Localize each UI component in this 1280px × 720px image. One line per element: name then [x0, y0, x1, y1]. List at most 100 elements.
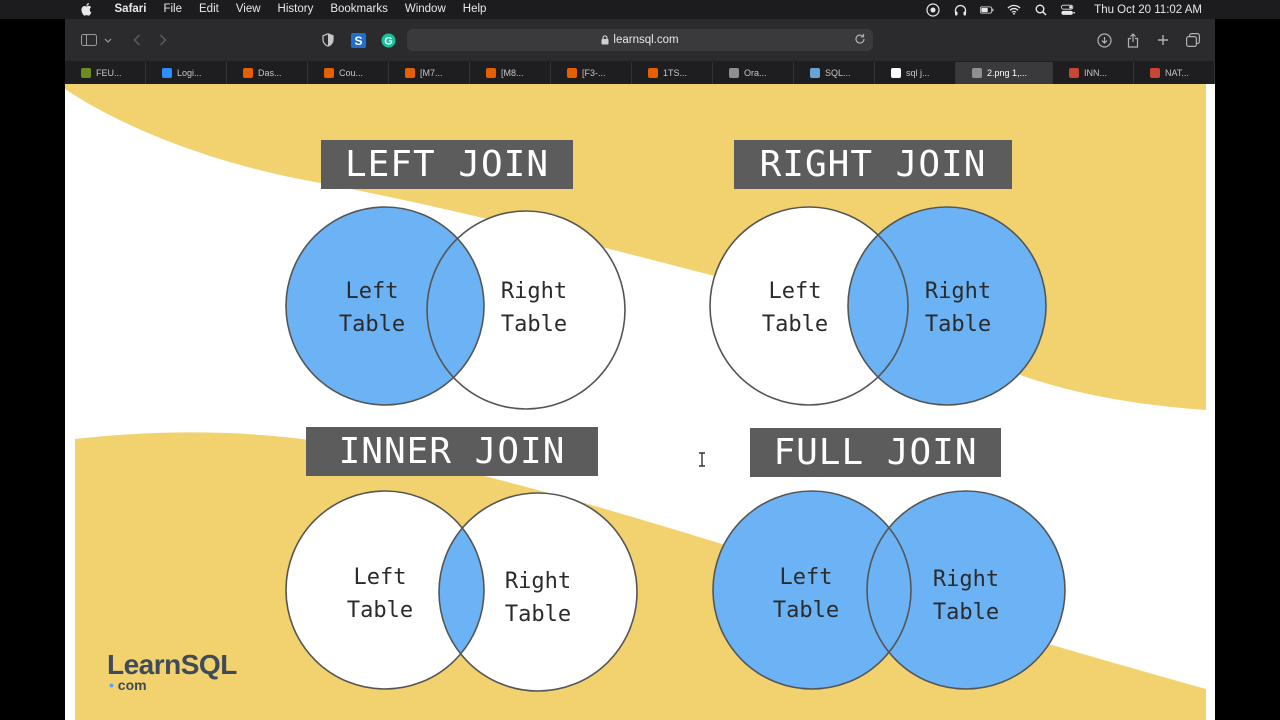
oracle-red-favicon: [1150, 68, 1160, 78]
tab-label: Cou...: [339, 68, 364, 78]
logo-sql: SQL: [180, 649, 238, 680]
left-label-line: Left: [354, 565, 407, 590]
page-content: Left Table Right Table Left Table Right Table Le…: [65, 84, 1206, 720]
background-wave-top: [65, 84, 1206, 410]
scrollbar[interactable]: [1206, 84, 1215, 720]
browser-tab[interactable]: NAT...: [1134, 62, 1215, 84]
venn-diagram: Left Table Right Table: [285, 206, 626, 410]
left-label-line: Left: [769, 279, 822, 304]
reload-icon[interactable]: [854, 33, 866, 45]
menu-help[interactable]: Help: [454, 0, 495, 19]
tab-label: Ora...: [744, 68, 767, 78]
menu-window[interactable]: Window: [396, 0, 454, 19]
tab-label: [M8...: [501, 68, 524, 78]
google-favicon: [891, 68, 901, 78]
menubar-clock[interactable]: Thu Oct 20 11:02 AM: [1094, 4, 1202, 16]
canvas-favicon: [567, 68, 577, 78]
browser-tab[interactable]: Cou...: [308, 62, 389, 84]
browser-tab[interactable]: [M7...: [389, 62, 470, 84]
wifi-icon[interactable]: [1007, 4, 1021, 16]
tab-overview-icon[interactable]: [1183, 30, 1203, 50]
lock-icon: [601, 35, 609, 45]
battery-icon[interactable]: [980, 4, 994, 16]
right-label-line: Right: [925, 279, 991, 304]
left-label-line: Table: [347, 598, 413, 623]
left-label-line: Table: [773, 598, 839, 623]
join-title: INNER JOIN: [306, 427, 598, 476]
left-label-line: Table: [339, 312, 405, 337]
tab-label: FEU...: [96, 68, 122, 78]
new-tab-button[interactable]: [1153, 30, 1173, 50]
oracle-red-favicon: [1069, 68, 1079, 78]
right-label-line: Table: [925, 312, 991, 337]
svg-text:S: S: [354, 34, 362, 48]
browser-window: S G learnsql.com FEU... Logi... Das... Cou.…: [65, 19, 1215, 720]
right-label-line: Right: [505, 569, 571, 594]
screen-record-icon[interactable]: [926, 2, 940, 17]
right-label-line: Table: [505, 602, 571, 627]
browser-tab[interactable]: INN...: [1053, 62, 1134, 84]
browser-toolbar: S G learnsql.com: [65, 19, 1215, 62]
forward-button[interactable]: [153, 30, 173, 50]
control-center-icon[interactable]: [1061, 4, 1076, 16]
browser-tab[interactable]: 2.png 1,...: [956, 62, 1053, 84]
canvas-favicon: [486, 68, 496, 78]
text-cursor-icon: [699, 452, 705, 467]
zoom-favicon: [162, 68, 172, 78]
right-label-line: Table: [501, 312, 567, 337]
tab-label: NAT...: [1165, 68, 1189, 78]
join-title: RIGHT JOIN: [734, 140, 1012, 189]
downloads-icon[interactable]: [1094, 30, 1114, 50]
tab-label: [F3-...: [582, 68, 606, 78]
grammarly-icon[interactable]: G: [380, 30, 397, 50]
search-icon[interactable]: [1034, 4, 1048, 16]
tab-label: [M7...: [420, 68, 443, 78]
oracle-favicon: [729, 68, 739, 78]
sql-favicon: [810, 68, 820, 78]
join-title: LEFT JOIN: [321, 140, 573, 189]
browser-tab[interactable]: SQL...: [794, 62, 875, 84]
menu-bar: Safari File Edit View History Bookmarks …: [0, 0, 1280, 19]
browser-tab[interactable]: [M8...: [470, 62, 551, 84]
canvas-favicon: [648, 68, 658, 78]
right-label-line: Right: [501, 279, 567, 304]
logo-dot: •: [109, 677, 114, 693]
browser-tab[interactable]: Das...: [227, 62, 308, 84]
share-icon[interactable]: [1123, 30, 1143, 50]
tab-label: Logi...: [177, 68, 202, 78]
svg-text:G: G: [384, 35, 393, 47]
address-bar[interactable]: learnsql.com: [407, 29, 873, 51]
venn-diagram: Left Table Right Table: [709, 206, 1047, 406]
tab-label: Das...: [258, 68, 282, 78]
canvas-favicon: [405, 68, 415, 78]
tab-label: INN...: [1084, 68, 1108, 78]
menu-file[interactable]: File: [155, 0, 191, 19]
menu-history[interactable]: History: [269, 0, 322, 19]
browser-tab[interactable]: sql j...: [875, 62, 956, 84]
browser-tab[interactable]: [F3-...: [551, 62, 632, 84]
sidebar-toggle-icon[interactable]: [79, 30, 99, 50]
image-favicon: [972, 68, 982, 78]
chevron-down-icon[interactable]: [103, 30, 113, 50]
left-label-line: Left: [346, 279, 399, 304]
menu-edit[interactable]: Edit: [191, 0, 228, 19]
menu-bookmarks[interactable]: Bookmarks: [322, 0, 397, 19]
tab-label: 2.png 1,...: [987, 68, 1028, 78]
apple-icon[interactable]: [80, 2, 92, 16]
browser-tab[interactable]: Logi...: [146, 62, 227, 84]
browser-tab[interactable]: 1TS...: [632, 62, 713, 84]
privacy-shield-icon[interactable]: [320, 30, 336, 50]
extension-s-icon[interactable]: S: [350, 30, 367, 50]
right-label-line: Right: [933, 567, 999, 592]
menu-view[interactable]: View: [227, 0, 269, 19]
back-button[interactable]: [127, 30, 147, 50]
headphones-icon[interactable]: [953, 4, 967, 16]
browser-tab[interactable]: FEU...: [65, 62, 146, 84]
tab-label: 1TS...: [663, 68, 688, 78]
menu-safari[interactable]: Safari: [106, 0, 155, 19]
canvas-favicon: [324, 68, 334, 78]
left-label-line: Table: [762, 312, 828, 337]
browser-tab[interactable]: Ora...: [713, 62, 794, 84]
right-label-line: Table: [933, 600, 999, 625]
tab-label: SQL...: [825, 68, 851, 78]
